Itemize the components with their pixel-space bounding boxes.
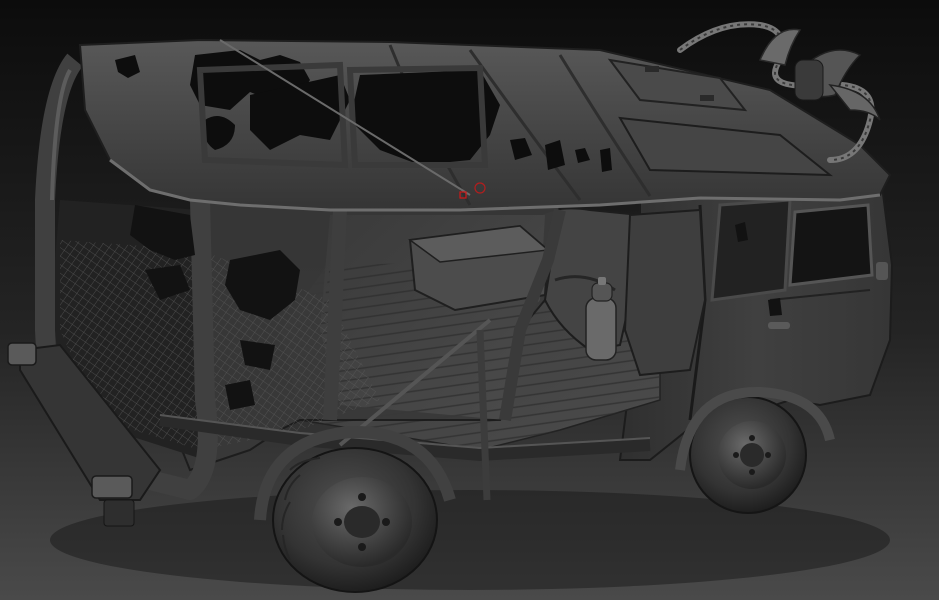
cab-side-window [788,203,874,287]
cab-front-window [710,198,792,302]
front-seat [623,208,707,377]
cab-mirror [876,262,888,280]
viewport-canvas[interactable] [0,0,939,600]
roof-hatch-latch [645,66,659,72]
sculpt-viewport[interactable] [0,0,939,600]
roof-hatch-latch [700,95,714,101]
b-pillar [323,209,347,421]
cab-door-handle [768,322,790,329]
rear-left-wheel [272,447,438,593]
